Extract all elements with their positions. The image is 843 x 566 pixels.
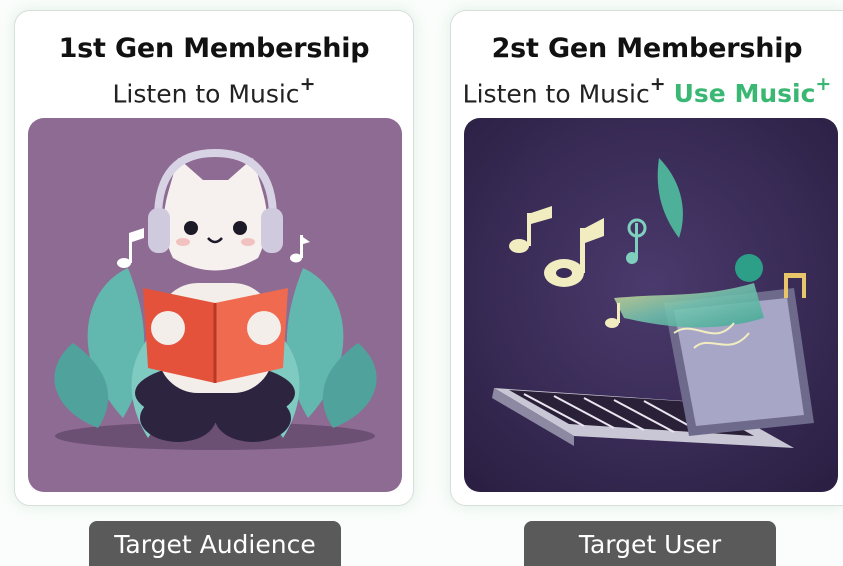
plus-mark: + <box>299 73 316 95</box>
target-user-badge: Target User <box>524 521 776 566</box>
target-audience-badge: Target Audience <box>89 521 341 566</box>
card-title: 2st Gen Membership <box>491 33 803 64</box>
subtitle-text: Listen to Music <box>462 79 650 109</box>
accent-plus-mark: + <box>815 73 832 95</box>
cat-headphones-illustration <box>28 118 402 492</box>
accent-label: Use Music <box>673 79 816 109</box>
accent-text: Use Music+ <box>673 73 832 109</box>
plus-mark: + <box>649 73 666 95</box>
laptop-music-illustration <box>464 118 838 492</box>
card-subtitle: Listen to Music+ Use Music+ <box>451 73 843 109</box>
second-gen-membership-card[interactable]: 2st Gen Membership Listen to Music+ Use … <box>450 10 843 506</box>
membership-comparison: 1st Gen Membership Listen to Music+ 2st … <box>0 0 843 566</box>
first-gen-membership-card[interactable]: 1st Gen Membership Listen to Music+ <box>14 10 414 506</box>
cat-reading-icon <box>28 118 402 492</box>
subtitle-text: Listen to Music <box>112 79 300 109</box>
card-title: 1st Gen Membership <box>58 33 370 64</box>
card-subtitle: Listen to Music+ <box>15 73 413 109</box>
laptop-music-icon <box>464 118 838 492</box>
